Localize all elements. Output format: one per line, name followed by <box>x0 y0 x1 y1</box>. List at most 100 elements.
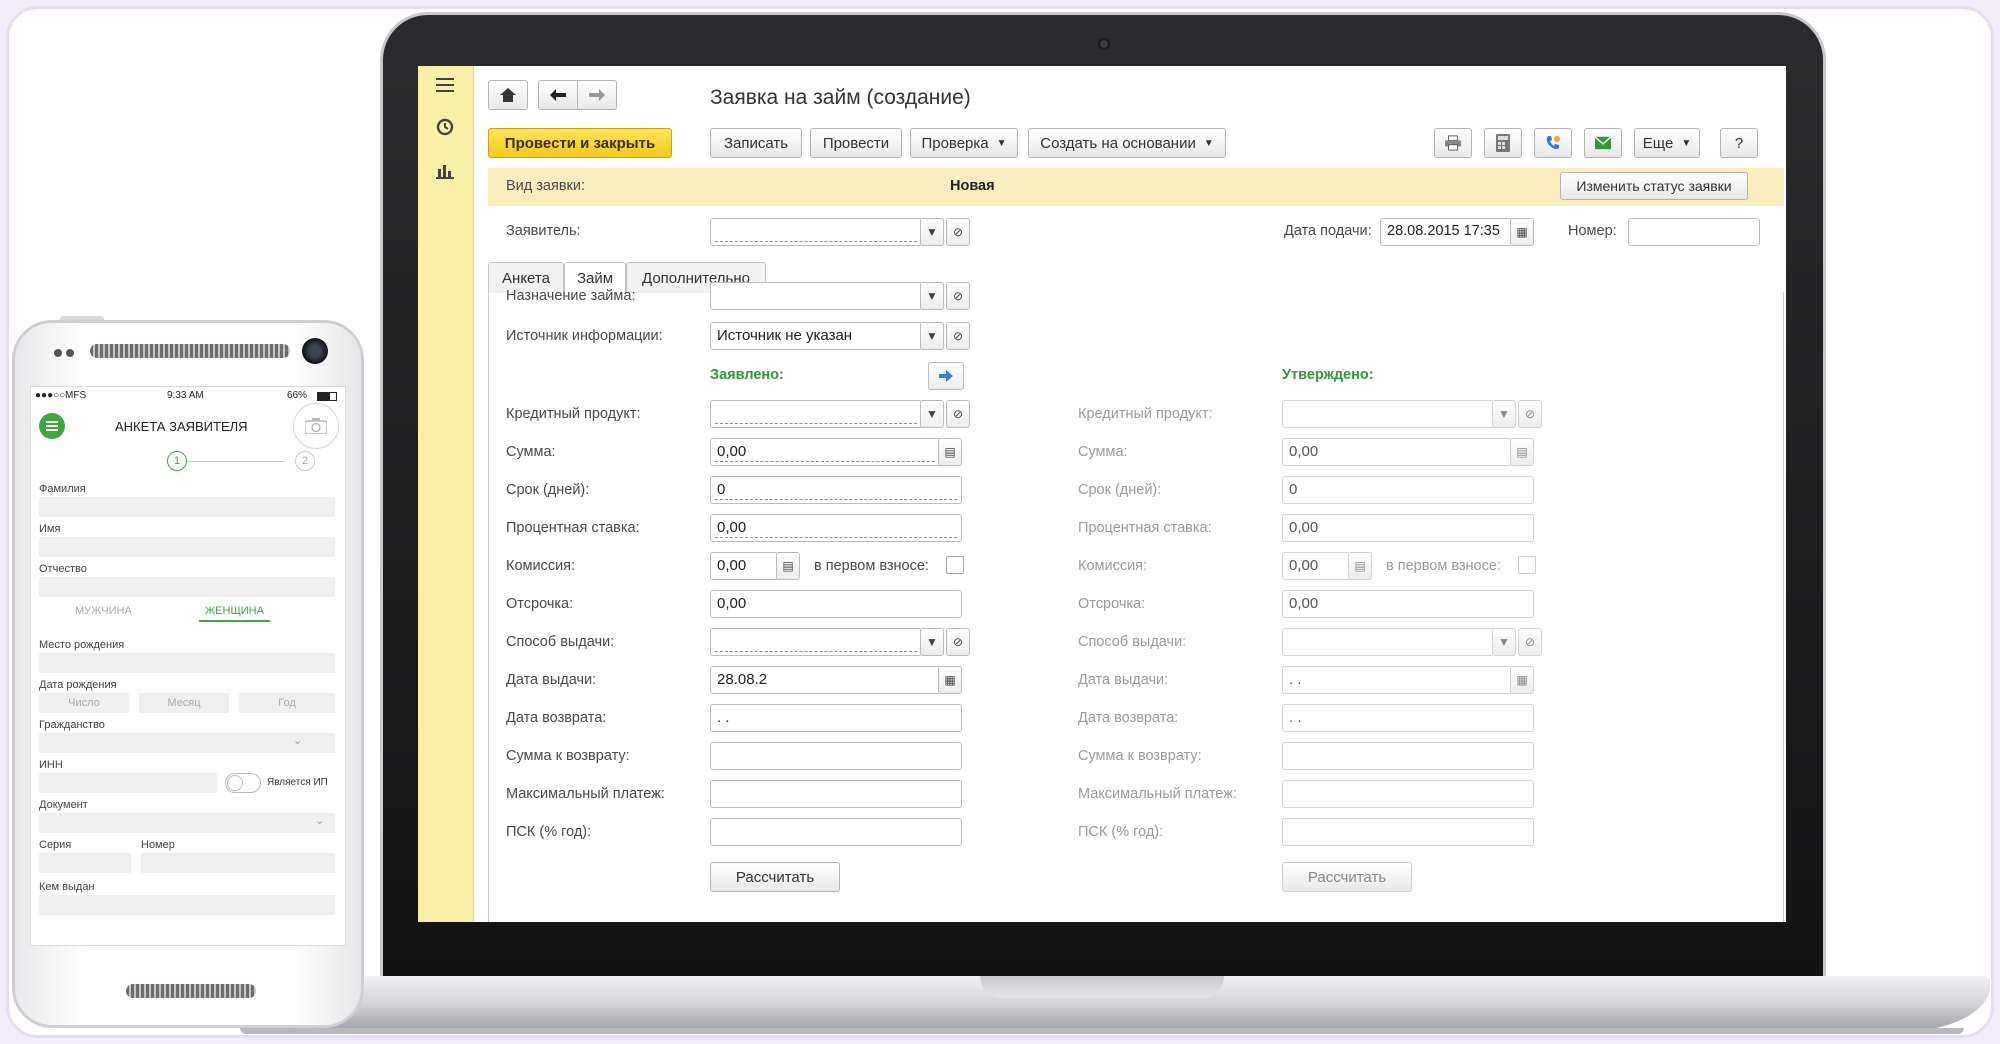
issued-by-field[interactable] <box>39 895 335 915</box>
birth-year-field[interactable]: Год <box>239 693 335 713</box>
approved-return-sum-label: Сумма к возврату: <box>1078 748 1202 764</box>
declared-sum-field[interactable]: 0,00 <box>710 438 940 466</box>
calendar-icon: ▦ <box>1516 673 1528 687</box>
dropdown-button[interactable]: ▼ <box>1492 400 1516 428</box>
birth-day-field[interactable]: Число <box>39 693 129 713</box>
back-button[interactable] <box>538 80 578 110</box>
dropdown-button[interactable]: ▼ <box>920 282 944 310</box>
gender-male[interactable]: МУЖЧИНА <box>75 605 132 617</box>
step-1[interactable]: 1 <box>167 451 187 471</box>
dropdown-button[interactable]: ▼ <box>920 400 944 428</box>
change-status-button[interactable]: Изменить статус заявки <box>1560 172 1748 200</box>
mail-button[interactable] <box>1584 128 1622 158</box>
approved-term-field[interactable]: 0 <box>1282 476 1534 504</box>
open-button[interactable]: ⊘ <box>946 218 970 246</box>
check-dropdown[interactable]: Проверка ▼ <box>910 128 1018 158</box>
declared-max-payment-field[interactable] <box>710 780 962 808</box>
declared-return-sum-field[interactable] <box>710 742 962 770</box>
phone-button[interactable] <box>1534 128 1572 158</box>
dropdown-button[interactable]: ▼ <box>1492 628 1516 656</box>
phone-menu-button[interactable] <box>39 413 65 439</box>
approved-sum-field[interactable]: 0,00 <box>1282 438 1512 466</box>
open-button[interactable]: ⊘ <box>946 322 970 350</box>
save-button[interactable]: Записать <box>710 128 802 158</box>
photo-button[interactable] <box>293 403 339 449</box>
forward-button[interactable] <box>577 80 617 110</box>
gender-female[interactable]: ЖЕНЩИНА <box>199 605 270 622</box>
purpose-field[interactable] <box>710 282 922 310</box>
approved-max-payment-field[interactable] <box>1282 780 1534 808</box>
calendar-button[interactable]: ▦ <box>1510 218 1534 246</box>
more-dropdown[interactable]: Еще ▼ <box>1634 128 1700 158</box>
approved-calculate-button[interactable]: Рассчитать <box>1282 862 1412 892</box>
source-field[interactable]: Источник не указан <box>710 322 922 350</box>
open-button[interactable]: ⊘ <box>946 628 970 656</box>
history-icon[interactable] <box>432 114 458 140</box>
ip-toggle[interactable] <box>225 773 261 793</box>
declared-issue-date-field[interactable]: 28.08.2 <box>710 666 940 694</box>
approved-fee-first-checkbox[interactable] <box>1518 556 1536 574</box>
dropdown-button[interactable]: ▼ <box>920 628 944 656</box>
arrow-right-icon <box>939 370 953 382</box>
create-based-dropdown[interactable]: Создать на основании ▼ <box>1028 128 1226 158</box>
declared-term-field[interactable]: 0 <box>710 476 962 504</box>
declared-return-date-field[interactable]: . . <box>710 704 962 732</box>
post-and-close-button[interactable]: Провести и закрыть <box>488 128 672 158</box>
open-button[interactable]: ⊘ <box>946 282 970 310</box>
citizenship-field[interactable] <box>39 733 335 753</box>
birthplace-field[interactable] <box>39 653 335 673</box>
declared-rate-field[interactable]: 0,00 <box>710 514 962 542</box>
kind-value: Новая <box>950 178 995 194</box>
declared-product-field[interactable] <box>710 400 922 428</box>
calculator-button[interactable]: ▤ <box>1348 552 1372 580</box>
dropdown-button[interactable]: ▼ <box>920 218 944 246</box>
number-field[interactable] <box>1628 218 1760 246</box>
home-button[interactable] <box>488 80 528 110</box>
post-button[interactable]: Провести <box>810 128 902 158</box>
copy-to-approved-button[interactable] <box>928 362 964 390</box>
approved-return-sum-field[interactable] <box>1282 742 1534 770</box>
help-button[interactable]: ? <box>1720 128 1758 158</box>
open-button[interactable]: ⊘ <box>1518 628 1542 656</box>
declared-fee-field[interactable]: 0,00 <box>710 552 778 580</box>
menu-icon[interactable] <box>432 72 458 98</box>
declared-calculate-button[interactable]: Рассчитать <box>710 862 840 892</box>
name-field[interactable] <box>39 537 335 557</box>
approved-rate-field[interactable]: 0,00 <box>1282 514 1534 542</box>
approved-return-date-field[interactable]: . . <box>1282 704 1534 732</box>
patronymic-field[interactable] <box>39 577 335 597</box>
menu-icon <box>46 421 58 431</box>
series-field[interactable] <box>39 853 131 873</box>
calculator-button[interactable]: ▤ <box>938 438 962 466</box>
calculator-button[interactable]: ▤ <box>1510 438 1534 466</box>
issued-by-label: Кем выдан <box>39 881 95 893</box>
applicant-field[interactable] <box>710 218 922 246</box>
doc-number-field[interactable] <box>141 853 335 873</box>
approved-psk-field[interactable] <box>1282 818 1534 846</box>
declared-fee-first-checkbox[interactable] <box>946 556 964 574</box>
date-field[interactable]: 28.08.2015 17:35 <box>1380 218 1512 246</box>
approved-fee-field[interactable]: 0,00 <box>1282 552 1350 580</box>
declared-psk-field[interactable] <box>710 818 962 846</box>
open-button[interactable]: ⊘ <box>1518 400 1542 428</box>
approved-method-field[interactable] <box>1282 628 1494 656</box>
surname-field[interactable] <box>39 497 335 517</box>
calendar-button[interactable]: ▦ <box>938 666 962 694</box>
inn-field[interactable] <box>39 773 217 793</box>
dropdown-button[interactable]: ▼ <box>920 322 944 350</box>
declared-method-field[interactable] <box>710 628 922 656</box>
step-2[interactable]: 2 <box>295 451 315 471</box>
birth-month-field[interactable]: Месяц <box>139 693 229 713</box>
calendar-button[interactable]: ▦ <box>1510 666 1534 694</box>
calculator-button[interactable] <box>1484 128 1522 158</box>
chart-icon[interactable] <box>432 158 458 184</box>
print-button[interactable] <box>1434 128 1472 158</box>
approved-delay-field[interactable]: 0,00 <box>1282 590 1534 618</box>
approved-issue-date-field[interactable]: . . <box>1282 666 1512 694</box>
document-field[interactable] <box>39 813 335 833</box>
approved-product-field[interactable] <box>1282 400 1494 428</box>
open-button[interactable]: ⊘ <box>946 400 970 428</box>
approved-method-label: Способ выдачи: <box>1078 634 1187 650</box>
calculator-button[interactable]: ▤ <box>776 552 800 580</box>
declared-delay-field[interactable]: 0,00 <box>710 590 962 618</box>
